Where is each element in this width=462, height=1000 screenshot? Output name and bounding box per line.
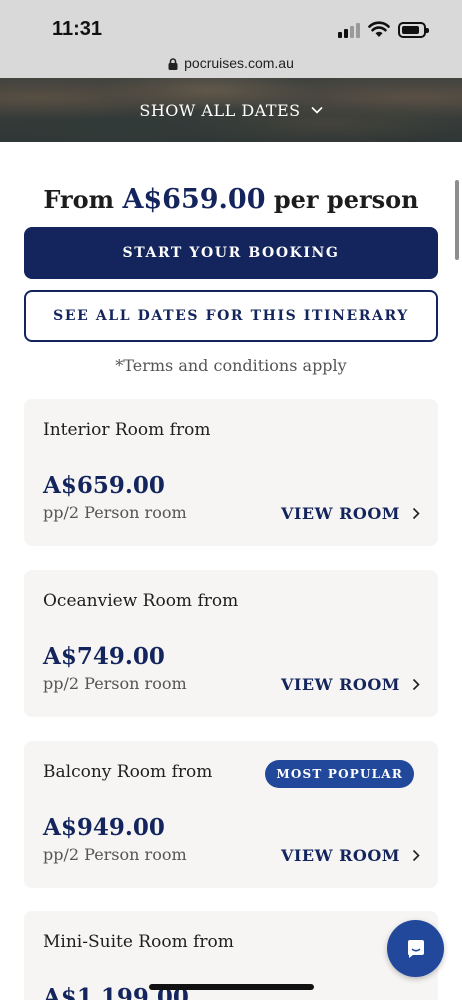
start-booking-button[interactable]: START YOUR BOOKING — [24, 227, 438, 279]
chat-button[interactable] — [387, 920, 444, 977]
chevron-right-icon — [412, 849, 420, 862]
chevron-down-icon — [311, 106, 323, 114]
view-room-label: VIEW ROOM — [280, 846, 400, 865]
room-card-balcony: Balcony Room from MOST POPULAR A$949.00 … — [24, 741, 438, 888]
show-all-dates-toggle[interactable]: SHOW ALL DATES — [0, 78, 462, 142]
room-card-interior: Interior Room from A$659.00 pp/2 Person … — [24, 399, 438, 546]
room-name: Oceanview Room from — [43, 591, 239, 611]
room-occupancy: pp/2 Person room — [43, 674, 187, 693]
view-room-label: VIEW ROOM — [280, 675, 400, 694]
view-room-label: VIEW ROOM — [280, 504, 400, 523]
view-room-link[interactable]: VIEW ROOM — [281, 504, 420, 523]
room-price: A$949.00 — [43, 814, 165, 841]
show-all-dates-label: SHOW ALL DATES — [139, 100, 301, 120]
hero-image: SHOW ALL DATES — [0, 78, 462, 142]
room-occupancy: pp/2 Person room — [43, 503, 187, 522]
room-name: Interior Room from — [43, 420, 211, 440]
address-bar[interactable]: pocruises.com.au — [0, 48, 462, 78]
terms-note: *Terms and conditions apply — [115, 356, 347, 375]
wifi-icon — [368, 21, 390, 37]
chevron-right-icon — [412, 678, 420, 691]
room-name: Balcony Room from — [43, 762, 213, 782]
room-card-oceanview: Oceanview Room from A$749.00 pp/2 Person… — [24, 570, 438, 717]
room-occupancy: pp/2 Person room — [43, 845, 187, 864]
lock-icon — [168, 58, 178, 70]
room-price: A$749.00 — [43, 643, 165, 670]
status-bar: 11:31 — [0, 0, 462, 48]
from-price: A$659.00 — [122, 184, 266, 215]
chevron-right-icon — [412, 507, 420, 520]
from-prefix: From — [43, 185, 115, 214]
view-room-link[interactable]: VIEW ROOM — [281, 846, 420, 865]
from-price-heading: From A$659.00 per person — [0, 184, 462, 215]
battery-icon — [398, 22, 429, 38]
view-room-link[interactable]: VIEW ROOM — [281, 675, 420, 694]
most-popular-badge: MOST POPULAR — [265, 760, 414, 788]
home-indicator[interactable] — [149, 984, 314, 990]
see-all-dates-button[interactable]: SEE ALL DATES FOR THIS ITINERARY — [24, 290, 438, 342]
chat-bubble-icon — [407, 939, 424, 958]
url-text: pocruises.com.au — [184, 55, 294, 71]
cellular-signal-icon — [338, 22, 362, 38]
from-suffix: per person — [273, 185, 419, 214]
room-name: Mini-Suite Room from — [43, 932, 234, 952]
room-price: A$659.00 — [43, 472, 165, 499]
status-time: 11:31 — [52, 18, 103, 40]
